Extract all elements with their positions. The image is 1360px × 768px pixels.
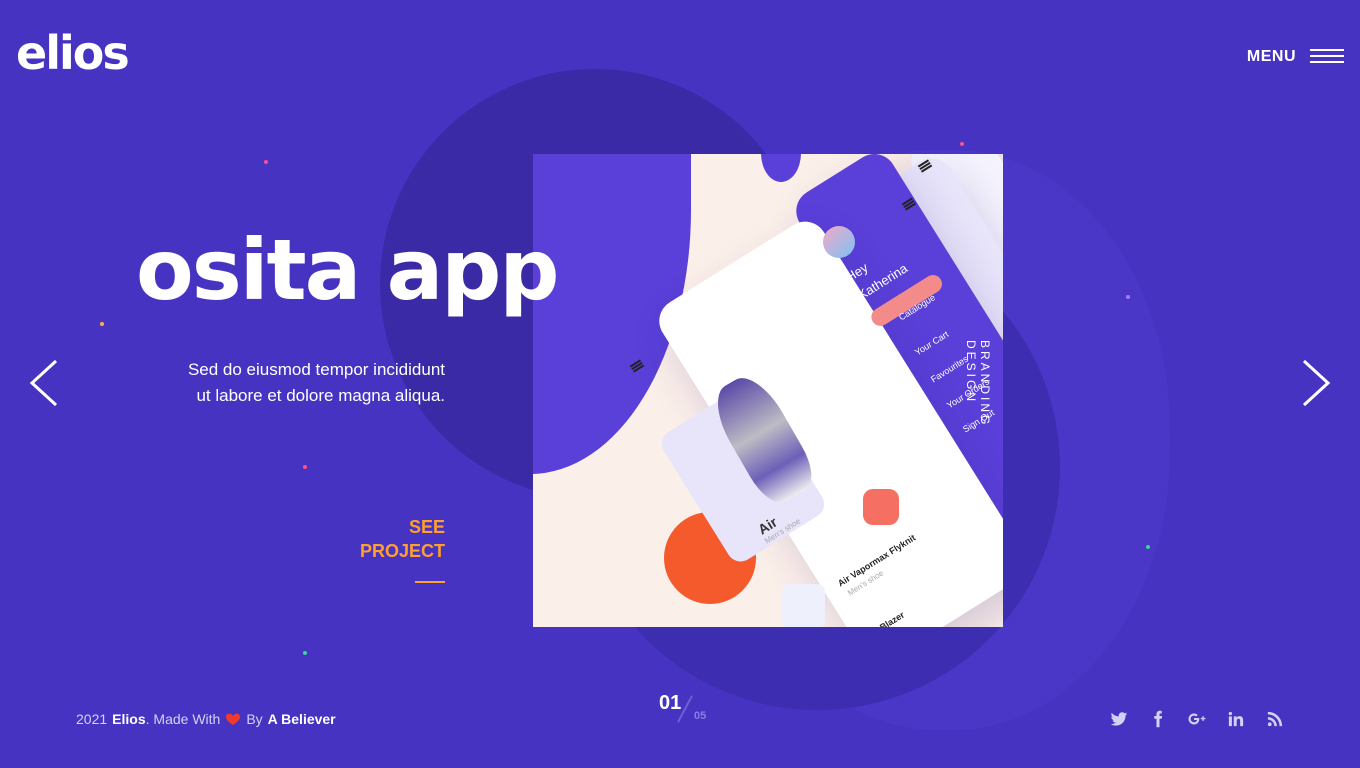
- copyright-brand[interactable]: Elios: [112, 711, 145, 727]
- shoe-thumbnail: [781, 584, 825, 627]
- copyright: 2021 Elios. Made With By A Believer: [76, 711, 336, 727]
- confetti-dot: [303, 651, 307, 655]
- confetti-dot: [960, 142, 964, 146]
- logo[interactable]: elios: [16, 30, 130, 76]
- confetti-dot: [1146, 545, 1150, 549]
- copyright-by: By: [246, 711, 263, 727]
- linkedin-icon[interactable]: [1227, 710, 1245, 728]
- category-label: BRANDING DESIGN: [964, 340, 992, 428]
- copyright-year: 2021: [76, 711, 108, 727]
- google-plus-icon[interactable]: [1188, 710, 1206, 728]
- menu-label: MENU: [1246, 48, 1296, 65]
- copyright-made-with: . Made With: [145, 711, 221, 727]
- rss-icon[interactable]: [1266, 710, 1284, 728]
- menu-button[interactable]: MENU: [1247, 48, 1344, 66]
- cta-underline: [415, 581, 445, 583]
- next-slide-button[interactable]: [1298, 358, 1338, 408]
- confetti-dot: [1126, 295, 1130, 299]
- heart-icon: [226, 713, 241, 725]
- chevron-left-icon: [29, 359, 58, 407]
- copyright-author[interactable]: A Believer: [268, 711, 336, 727]
- pager-total: 05: [694, 710, 707, 722]
- bag-icon: [863, 489, 899, 525]
- pager-current: 01: [659, 692, 682, 714]
- confetti-dot: [100, 322, 104, 326]
- chevron-right-icon: [1302, 359, 1331, 407]
- see-project-line2: PROJECT: [359, 541, 445, 561]
- see-project-line1: SEE: [408, 517, 445, 537]
- hamburger-icon: [1310, 49, 1344, 65]
- project-image: Hey Katherina Catalogue Your Cart Favour…: [533, 154, 1003, 627]
- facebook-icon[interactable]: [1149, 710, 1167, 728]
- see-project-link[interactable]: SEE PROJECT: [330, 515, 445, 563]
- confetti-dot: [264, 160, 268, 164]
- slide-title: osita app: [136, 221, 560, 319]
- social-links: [1110, 710, 1284, 728]
- slide-description: Sed do eiusmod tempor incididunt ut labo…: [187, 360, 445, 405]
- confetti-dot: [303, 465, 307, 469]
- avatar: [823, 226, 855, 258]
- prev-slide-button[interactable]: [26, 358, 66, 408]
- slide-pager: 01 05: [657, 690, 717, 726]
- twitter-icon[interactable]: [1110, 710, 1128, 728]
